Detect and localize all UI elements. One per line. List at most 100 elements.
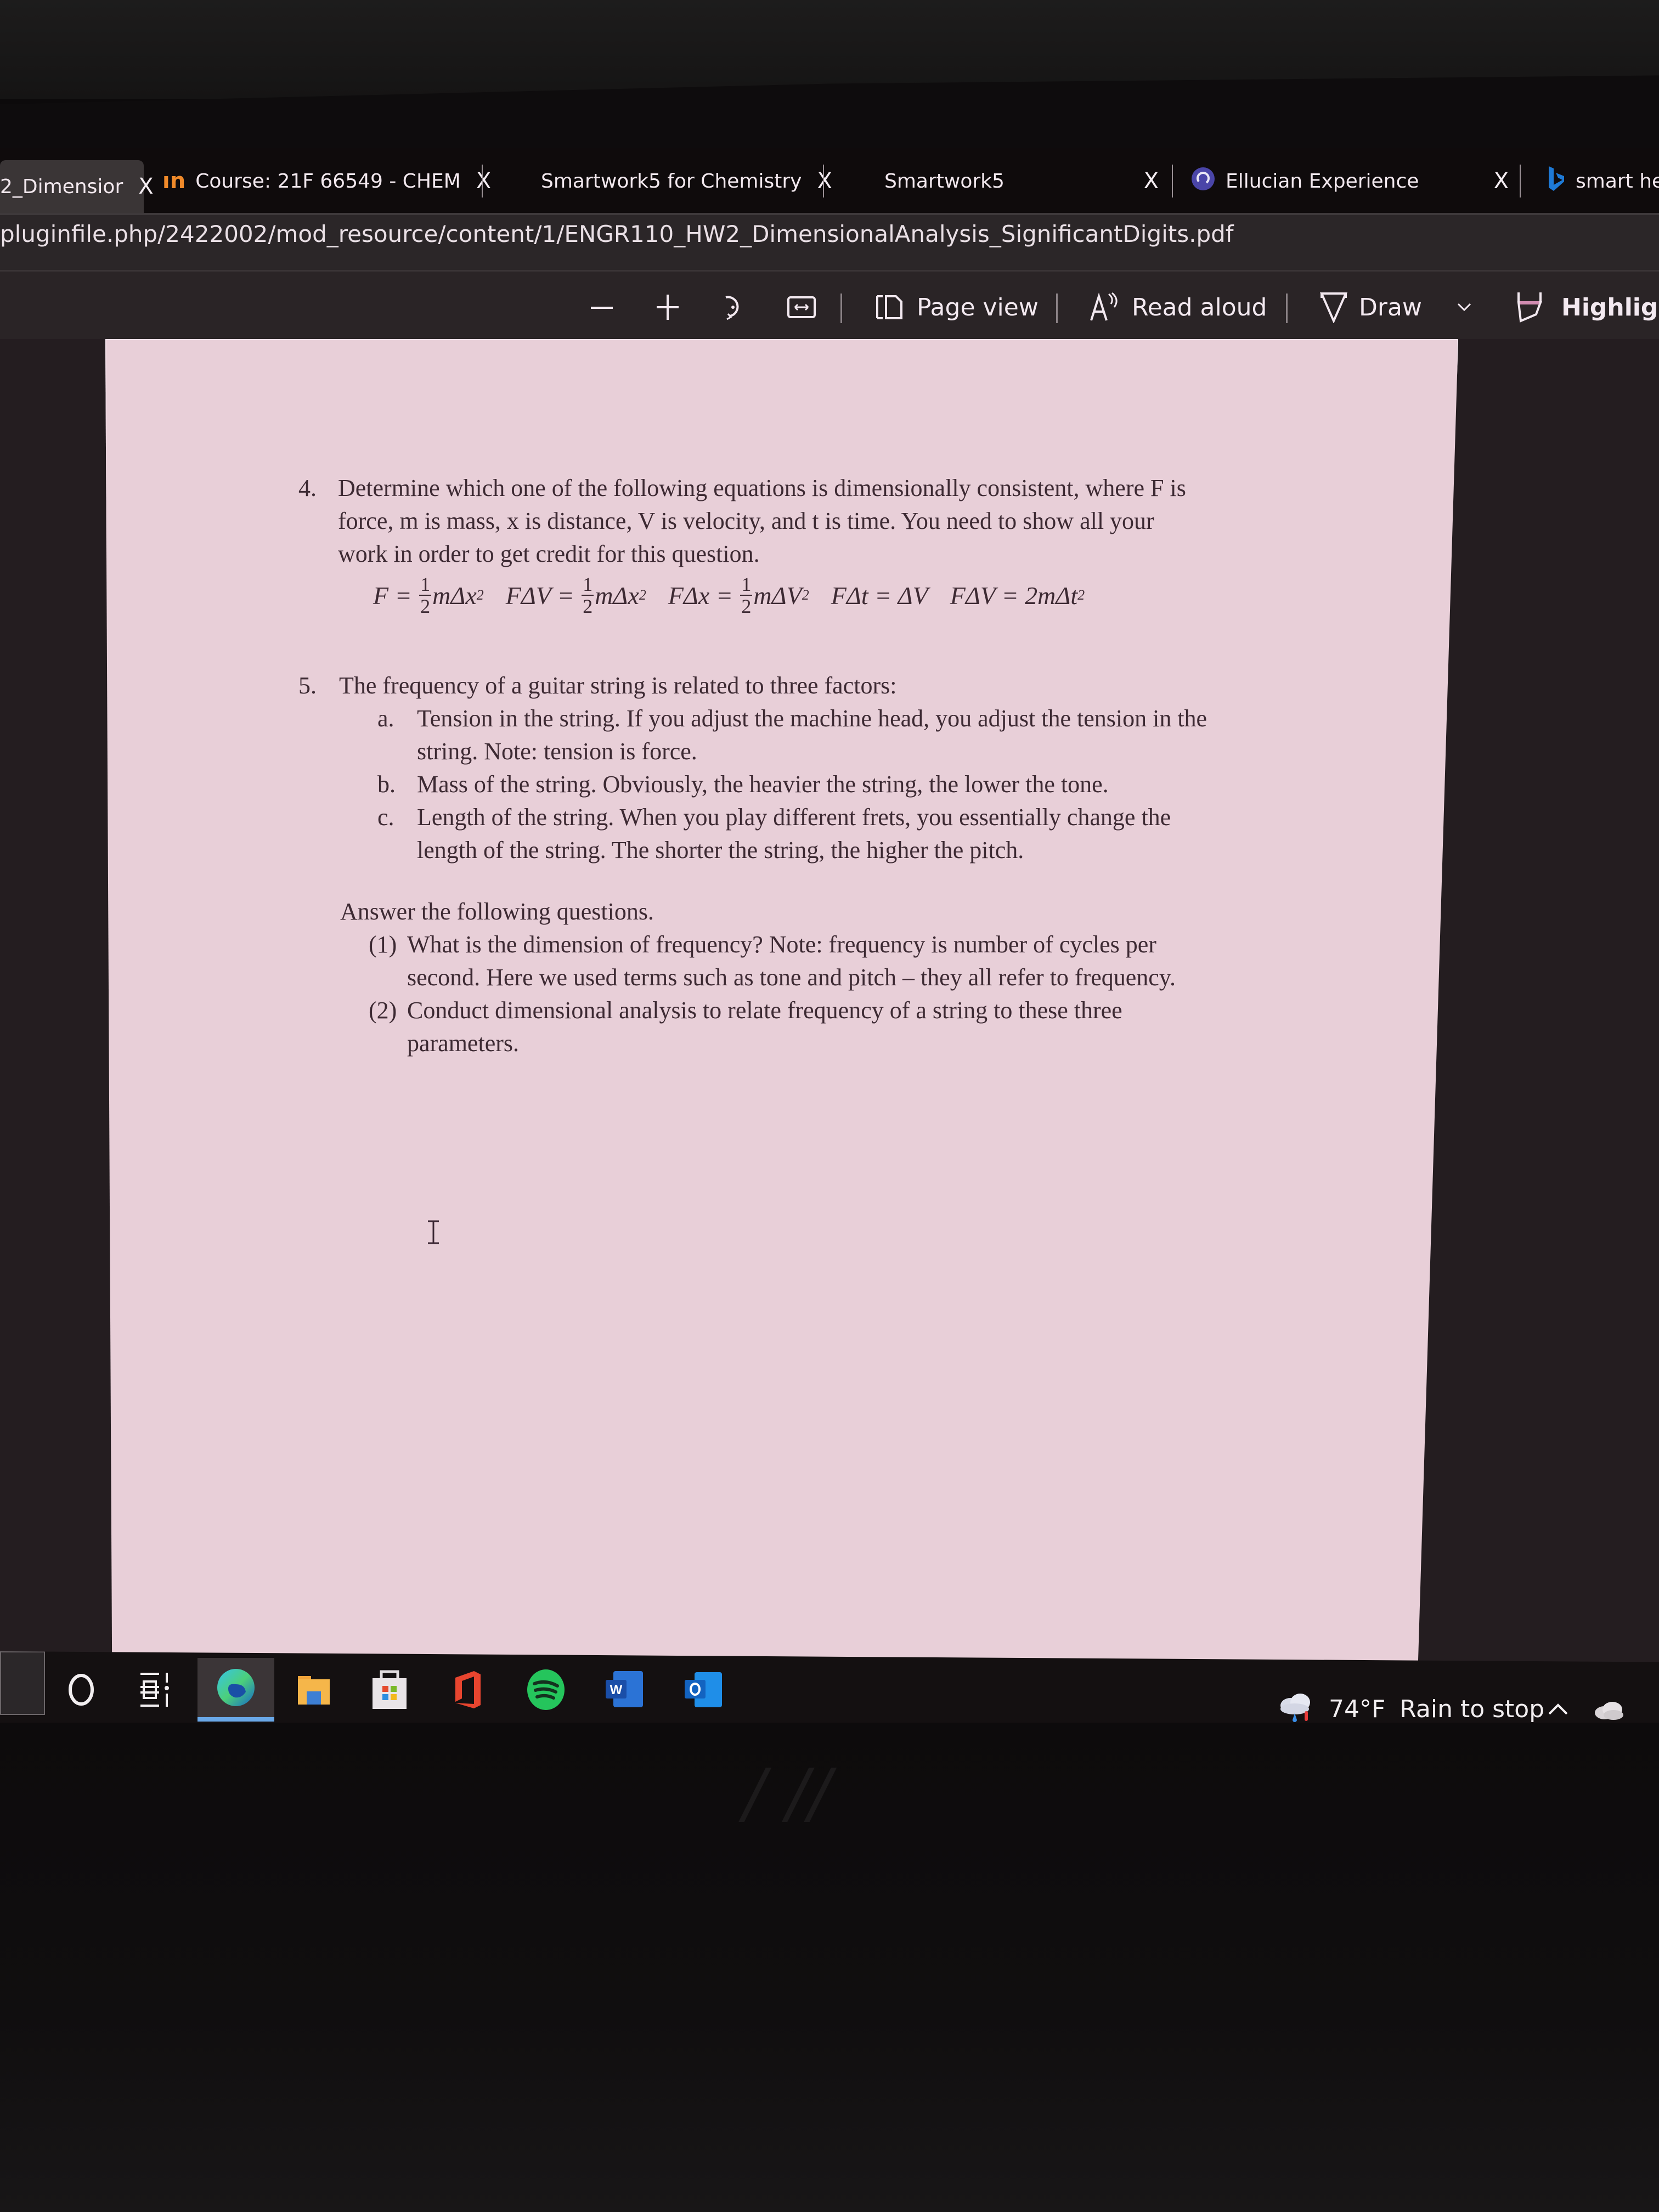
equation-lhs: F =: [373, 581, 419, 610]
task-view-button[interactable]: [133, 1668, 177, 1712]
question-2-marker: (2): [369, 997, 397, 1024]
highlight-icon: [1517, 292, 1542, 323]
equation-option-3: FΔx = 1 2 mΔV 2: [668, 574, 809, 617]
pdf-toolbar: Page view Read aloud Draw Highlight: [0, 270, 1659, 341]
task-view-icon: [140, 1673, 169, 1707]
zoom-out-button[interactable]: [590, 288, 614, 326]
chevron-down-icon: [1457, 303, 1471, 312]
read-aloud-button[interactable]: Read aloud: [1089, 288, 1267, 326]
tab-bing-search[interactable]: smart he: [1547, 154, 1659, 208]
draw-button[interactable]: Draw: [1319, 288, 1422, 326]
read-aloud-icon: [1090, 292, 1118, 321]
equation-rhs: mΔV: [753, 581, 802, 610]
weather-temperature: 74°F: [1329, 1695, 1386, 1723]
toolbar-separator: [1286, 294, 1288, 323]
item-c-line-1: Length of the string. When you play diff…: [417, 804, 1171, 831]
word-button[interactable]: W: [602, 1668, 646, 1712]
close-tab-icon[interactable]: X: [1494, 168, 1509, 194]
tab-separator: [482, 165, 483, 198]
fraction-one-half: 12: [582, 573, 594, 617]
edge-taskbar-button[interactable]: [198, 1658, 274, 1722]
close-tab-icon[interactable]: X: [476, 168, 491, 194]
hp-logo: / //: [743, 1756, 831, 1832]
item-c-line-2: length of the string. The shorter the st…: [417, 837, 1024, 864]
rotate-button[interactable]: [720, 288, 746, 326]
cortana-button[interactable]: [59, 1668, 103, 1712]
moodle-icon: ın: [162, 168, 186, 194]
draw-icon: [1319, 292, 1348, 323]
tab-dimensional-analysis[interactable]: 2_Dimensior X: [0, 160, 154, 213]
equation-rhs: mΔx: [432, 581, 477, 610]
toolbar-separator: [1056, 294, 1058, 323]
spotify-button[interactable]: [524, 1668, 568, 1712]
answer-intro: Answer the following questions.: [340, 898, 654, 925]
draw-options-dropdown[interactable]: [1457, 288, 1472, 326]
url-text[interactable]: pluginfile.php/2422002/mod_resource/cont…: [0, 221, 1234, 247]
outlook-icon: [685, 1672, 722, 1707]
item-a-line-2: string. Note: tension is force.: [417, 738, 697, 765]
question-1-line-2: second. Here we used terms such as tone …: [407, 964, 1176, 991]
fraction-one-half: 12: [740, 573, 753, 617]
word-icon: W: [606, 1671, 643, 1707]
item-b-line-1: Mass of the string. Obviously, the heavi…: [417, 771, 1109, 798]
address-bar[interactable]: pluginfile.php/2422002/mod_resource/cont…: [0, 213, 1659, 270]
equation-lhs: FΔx =: [668, 581, 740, 610]
page-view-button[interactable]: Page view: [875, 288, 1039, 326]
equation-lhs: FΔt =: [831, 581, 898, 610]
store-icon: [373, 1670, 407, 1709]
equation-option-4: FΔt = ΔV: [831, 581, 928, 610]
weather-description: Rain to stop: [1400, 1695, 1545, 1723]
microsoft-store-button[interactable]: [368, 1668, 411, 1712]
toolbar-separator: [840, 294, 842, 323]
show-hidden-icons-button[interactable]: [1547, 1694, 1569, 1722]
taskbar-search-box[interactable]: [0, 1651, 45, 1715]
zoom-in-button[interactable]: [656, 288, 680, 326]
equation-lhs: FΔV =: [950, 581, 1025, 610]
file-explorer-icon: [298, 1676, 330, 1705]
edge-icon: [217, 1669, 255, 1706]
equation-option-1: F = 1 2 mΔx 2: [373, 574, 484, 617]
office-button[interactable]: [445, 1668, 489, 1712]
rain-cloud-icon: [1280, 1694, 1310, 1726]
page-view-label: Page view: [917, 293, 1039, 321]
tab-label: Course: 21F 66549 - CHEM: [195, 170, 461, 193]
question-5-number: 5.: [298, 672, 317, 699]
read-aloud-label: Read aloud: [1132, 293, 1267, 321]
close-tab-icon[interactable]: X: [1144, 168, 1159, 194]
highlight-button[interactable]: Highlight: [1515, 288, 1659, 326]
outlook-button[interactable]: [681, 1668, 725, 1712]
tab-course-chem[interactable]: ın Course: 21F 66549 - CHEM X: [162, 154, 491, 208]
bing-icon: [1547, 165, 1566, 198]
question-1-line-1: What is the dimension of frequency? Note…: [407, 931, 1156, 958]
fit-width-icon: [787, 296, 816, 318]
tab-ellucian-experience[interactable]: Ellucian Experience X: [1190, 154, 1509, 208]
equation-options: F = 1 2 mΔx 2 FΔV = 1 2 mΔx 2 FΔx = 1 2 mΔV 2 FΔt = …: [373, 574, 1107, 617]
tab-label: Smartwork5 for Chemistry: [541, 170, 802, 193]
browser-tab-strip: 2_Dimensior X ın Course: 21F 66549 - CHE…: [0, 148, 1659, 213]
tab-smartwork5[interactable]: Smartwork5 X: [884, 154, 1159, 208]
tab-smartwork-chemistry[interactable]: Smartwork5 for Chemistry X: [541, 154, 832, 208]
close-tab-icon[interactable]: X: [138, 174, 153, 199]
onedrive-icon: [1595, 1702, 1623, 1720]
tab-separator: [823, 165, 824, 198]
tab-label: Ellucian Experience: [1226, 170, 1419, 193]
fit-width-button[interactable]: [787, 288, 816, 326]
question-4-line-1: Determine which one of the following equ…: [338, 475, 1186, 501]
equation-option-2: FΔV = 1 2 mΔx 2: [506, 574, 646, 617]
draw-label: Draw: [1359, 293, 1422, 321]
item-c-marker: c.: [377, 804, 394, 831]
question-4-number: 4.: [298, 475, 317, 501]
item-a-line-1: Tension in the string. If you adjust the…: [417, 705, 1207, 732]
plus-icon: [657, 295, 679, 320]
equation-exponent: 2: [639, 587, 646, 603]
close-tab-icon[interactable]: X: [817, 168, 832, 194]
onedrive-button[interactable]: [1594, 1701, 1624, 1723]
equation-rhs: mΔx: [595, 581, 639, 610]
file-explorer-button[interactable]: [292, 1668, 336, 1712]
item-b-marker: b.: [377, 771, 396, 798]
equation-exponent: 2: [802, 587, 809, 603]
equation-rhs: ΔV: [898, 581, 928, 610]
question-4-line-2: force, m is mass, x is distance, V is ve…: [338, 507, 1154, 534]
rotate-icon: [725, 296, 739, 320]
equation-rhs: 2mΔt: [1025, 581, 1078, 610]
